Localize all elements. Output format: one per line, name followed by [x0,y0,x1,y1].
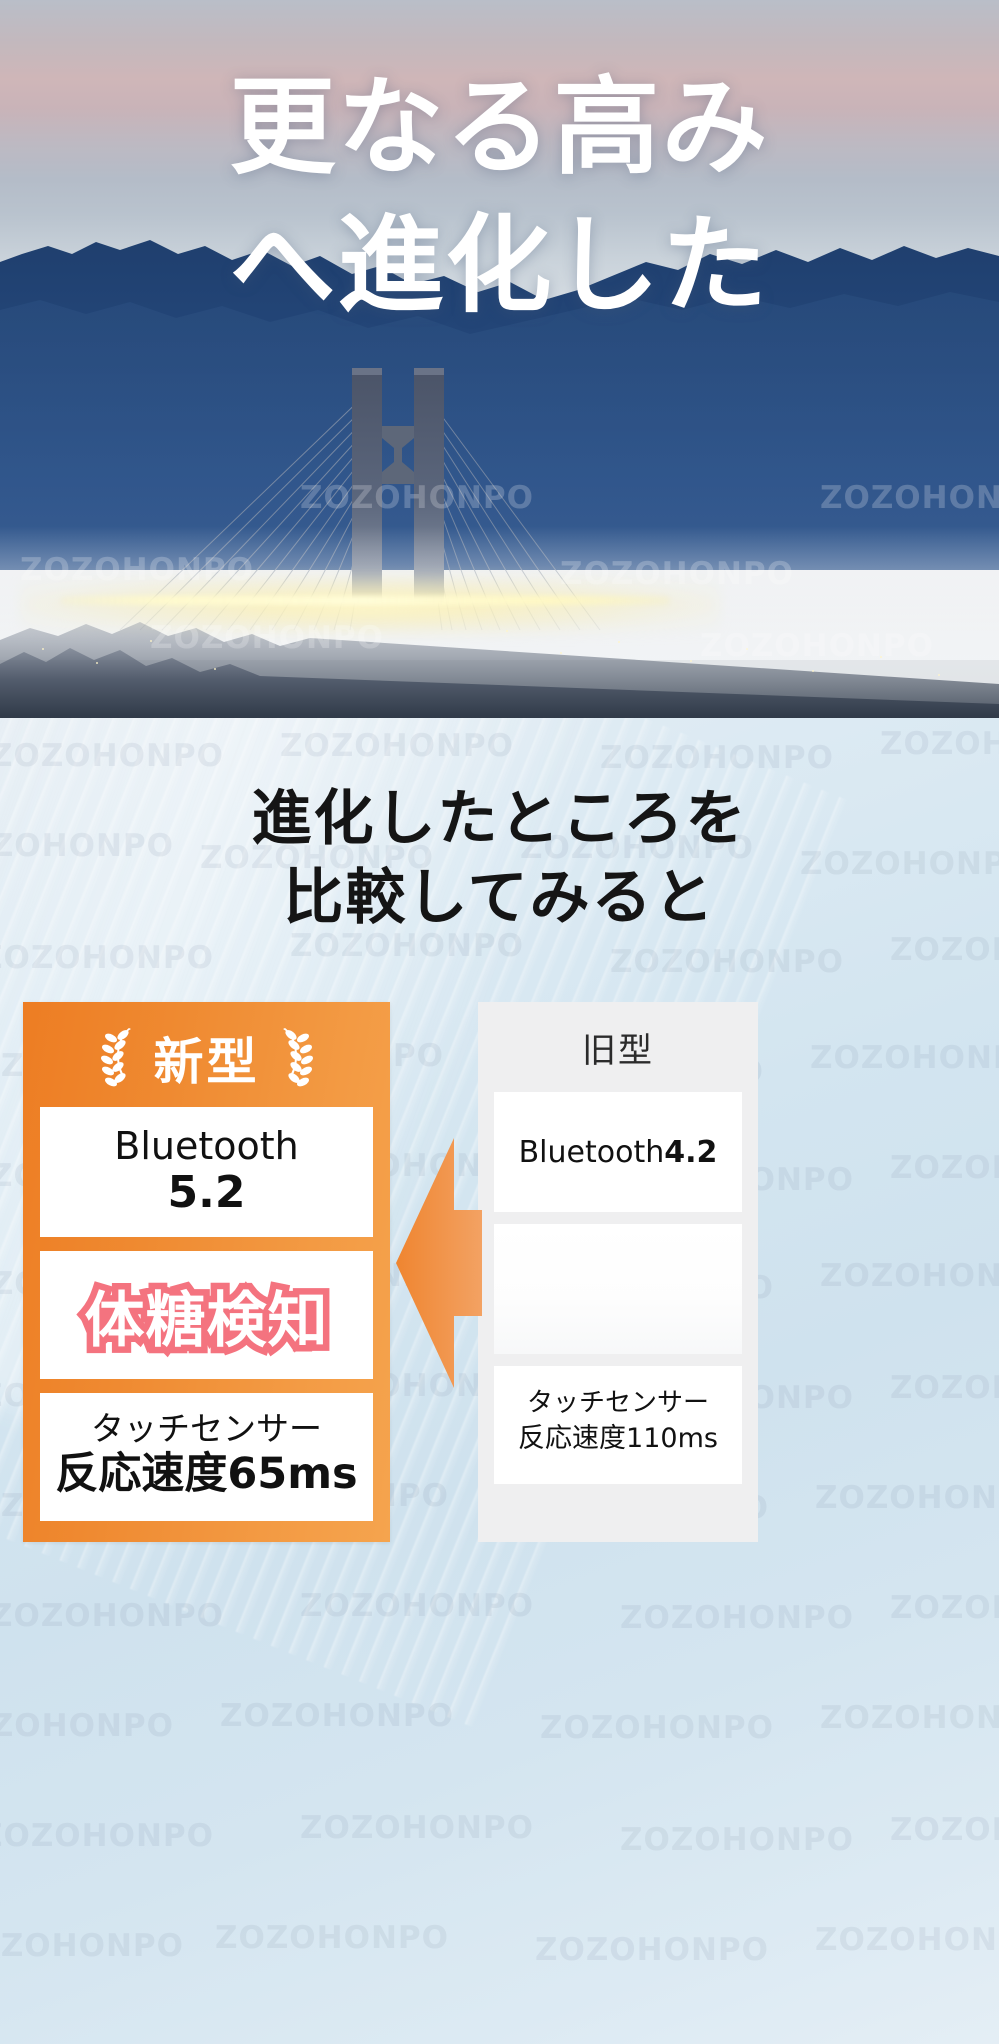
new-touch-sensor-value: 反応速度65ms [55,1448,358,1499]
watermark-text: ZOZOHONPO [880,726,999,762]
new-bluetooth-label: Bluetooth [114,1124,299,1168]
old-bluetooth-line: Bluetooth4.2 [519,1135,718,1170]
old-model-rows: Bluetooth4.2 タッチセンサー 反応速度110ms [478,1092,758,1500]
section-heading: 進化したところを 比較してみると [0,780,999,938]
hero-banner: ZOZOHONPO ZOZOHONPO ZOZOHONPO ZOZOHONPO … [0,0,999,718]
new-model-card: 新型 Bluetooth 5.2 体糖検知 タッチセンサー 反応速度65ms [23,1002,390,1542]
hero-headline-line1: 更なる高み [229,66,770,189]
old-model-title: 旧型 [582,1030,654,1071]
comparison-section: ZOZOHONPO ZOZOHONPO ZOZOHONPO ZOZOHONPO … [0,718,999,2044]
section-heading-line2: 比較してみると [283,863,716,934]
hero-headline-line2: へ進化した [229,203,770,327]
new-model-rows: Bluetooth 5.2 体糖検知 タッチセンサー 反応速度65ms [23,1107,390,1538]
laurel-left-icon [100,1027,131,1086]
old-bluetooth-label: Bluetooth [518,1134,665,1170]
hero-headline: 更なる高み へ進化した [0,60,999,333]
old-bluetooth-box: Bluetooth4.2 [494,1092,742,1212]
old-touch-sensor-box: タッチセンサー 反応速度110ms [494,1366,742,1484]
old-touch-sensor-label: タッチセンサー [526,1388,709,1418]
old-bluetooth-value: 4.2 [664,1134,718,1170]
glucose-detection-box: 体糖検知 [40,1251,373,1379]
glucose-detection-label: 体糖検知 [78,1279,334,1362]
old-model-header: 旧型 [478,1002,758,1092]
old-touch-sensor-value: 反応速度110ms [518,1423,718,1455]
new-model-title: 新型 [153,1032,260,1091]
arrow-left-icon [396,1138,482,1388]
new-model-header: 新型 [23,1002,390,1107]
new-touch-sensor-box: タッチセンサー 反応速度65ms [40,1393,373,1521]
new-bluetooth-value: 5.2 [167,1166,246,1218]
section-heading-line1: 進化したところを [251,784,748,854]
new-bluetooth-box: Bluetooth 5.2 [40,1107,373,1237]
old-model-card: 旧型 Bluetooth4.2 タッチセンサー 反応速度110ms [478,1002,758,1542]
laurel-right-icon [282,1027,313,1086]
old-blank-box [494,1224,742,1354]
new-touch-sensor-label: タッチセンサー [91,1409,322,1448]
comparison-table: 新型 Bluetooth 5.2 体糖検知 タッチセンサー 反応速度65ms 旧… [0,998,999,2038]
